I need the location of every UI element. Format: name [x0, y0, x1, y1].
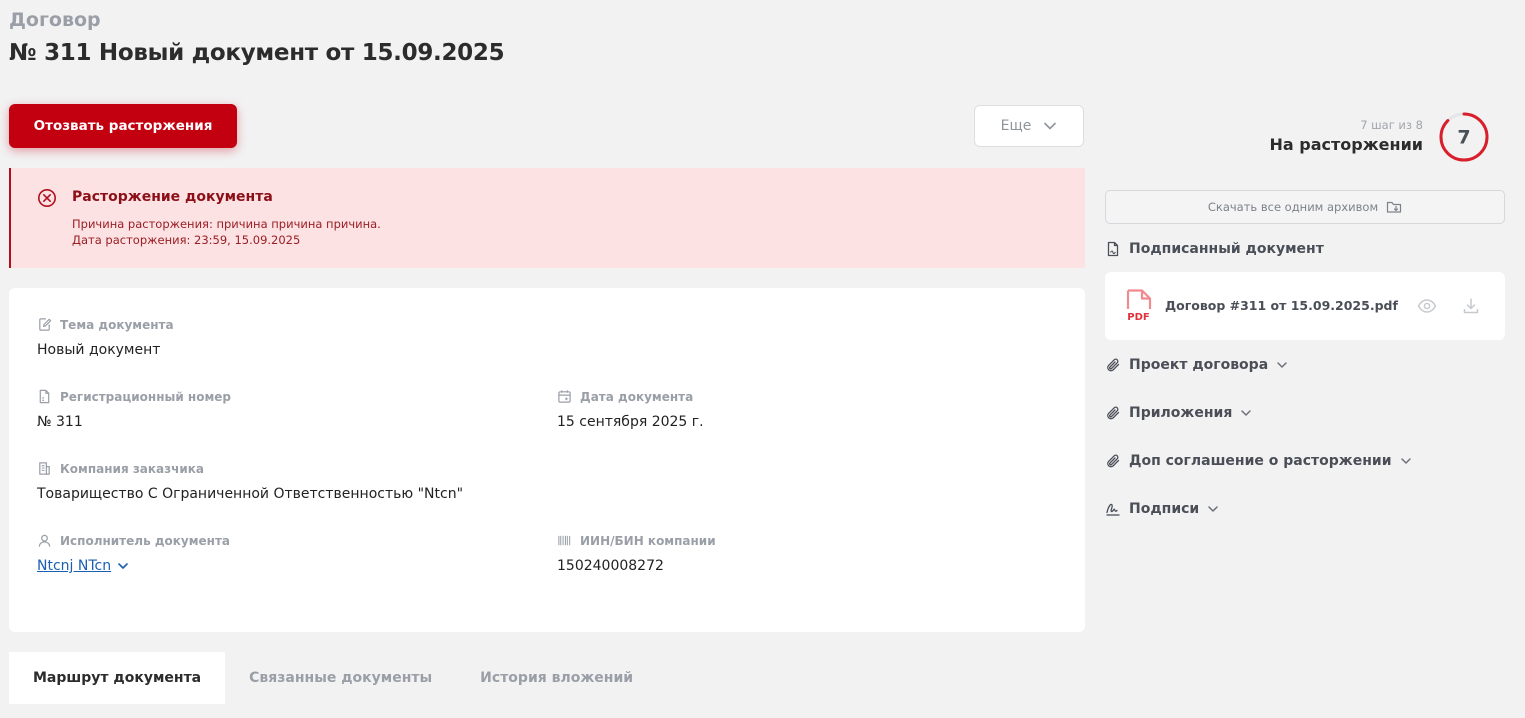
topic-label: Тема документа	[37, 317, 174, 332]
download-icon[interactable]	[1461, 296, 1481, 316]
error-circle-icon	[38, 189, 56, 207]
bin-value: 150240008272	[557, 558, 664, 574]
termination-alert: Расторжение документа Причина расторжени…	[9, 168, 1085, 268]
section-label: Проект договора	[1129, 357, 1269, 373]
signed-document-heading: Подписанный документ	[1105, 241, 1324, 257]
edit-document-icon	[39, 318, 52, 331]
more-button[interactable]: Еще	[974, 105, 1084, 147]
calendar-icon	[558, 390, 571, 403]
folder-download-icon	[1387, 201, 1402, 213]
section-label: Подписи	[1129, 501, 1200, 517]
paperclip-icon	[1107, 406, 1120, 420]
eye-icon[interactable]	[1417, 296, 1437, 316]
customer-label-text: Компания заказчика	[60, 461, 205, 476]
doc-date-label-text: Дата документа	[580, 389, 694, 404]
alert-reason: Причина расторжения: причина причина при…	[72, 217, 381, 231]
status-label: На расторжении	[1269, 135, 1423, 154]
bin-label: ИИН/БИН компании	[557, 533, 716, 548]
chevron-down-icon	[1400, 458, 1411, 464]
reg-number-label: Регистрационный номер	[37, 389, 231, 404]
page-title: № 311 Новый документ от 15.09.2025	[9, 40, 505, 66]
barcode-icon	[558, 535, 571, 546]
download-archive-button[interactable]: Скачать все одним архивом	[1105, 190, 1505, 224]
signed-document-title: Подписанный документ	[1129, 241, 1324, 257]
topic-label-text: Тема документа	[60, 317, 174, 332]
bin-label-text: ИИН/БИН компании	[580, 533, 716, 548]
document-details-card: Тема документа Новый документ Регистраци…	[9, 288, 1085, 632]
tab-route[interactable]: Маршрут документа	[9, 652, 226, 704]
customer-label: Компания заказчика	[37, 461, 204, 476]
doc-date-label: Дата документа	[557, 389, 693, 404]
more-button-label: Еще	[1000, 118, 1032, 134]
tab-related-documents[interactable]: Связанные документы	[225, 652, 456, 704]
alert-date: Дата расторжения: 23:59, 15.09.2025	[72, 233, 301, 247]
section-signatures[interactable]: Подписи	[1105, 501, 1219, 517]
signature-icon	[1106, 503, 1120, 516]
chevron-down-icon[interactable]	[117, 560, 129, 572]
topic-value: Новый документ	[37, 342, 161, 358]
signed-document-icon	[1107, 241, 1119, 257]
building-icon	[39, 462, 50, 475]
document-tabs: Маршрут документа Связанные документы Ис…	[9, 652, 657, 704]
doc-date-value: 15 сентября 2025 г.	[557, 414, 704, 430]
pdf-file-icon: PDF	[1126, 289, 1152, 323]
pdf-type-label: PDF	[1127, 312, 1149, 323]
executor-label-text: Исполнитель документа	[60, 533, 231, 548]
reg-number-label-text: Регистрационный номер	[60, 389, 232, 404]
executor-label: Исполнитель документа	[37, 533, 230, 548]
section-attachments[interactable]: Приложения	[1105, 405, 1252, 421]
section-label: Доп соглашение о расторжении	[1129, 453, 1392, 469]
executor-link[interactable]: Ntcnj NTcn	[37, 558, 129, 574]
section-contract-draft[interactable]: Проект договора	[1105, 357, 1288, 373]
signed-file-card[interactable]: PDF Договор #311 от 15.09.2025.pdf	[1105, 272, 1505, 340]
revoke-termination-button[interactable]: Отозвать расторжения	[9, 104, 237, 148]
reg-number-value: № 311	[37, 414, 83, 430]
chevron-down-icon	[1277, 362, 1287, 368]
alert-title: Расторжение документа	[72, 189, 273, 205]
section-termination-agreement[interactable]: Доп соглашение о расторжении	[1105, 453, 1412, 469]
chevron-down-icon	[1044, 122, 1057, 130]
chevron-down-icon	[1208, 506, 1218, 512]
step-number: 7	[1457, 127, 1470, 149]
chevron-down-icon	[1241, 410, 1252, 416]
user-icon	[38, 534, 51, 547]
customer-value: Товарищество С Ограниченной Ответственно…	[37, 486, 464, 502]
download-archive-label: Скачать все одним архивом	[1207, 200, 1379, 214]
section-label: Приложения	[1129, 405, 1233, 421]
signed-file-name[interactable]: Договор #311 от 15.09.2025.pdf	[1165, 298, 1398, 313]
breadcrumb[interactable]: Договор	[9, 9, 101, 31]
paperclip-icon	[1107, 454, 1120, 468]
tab-attachment-history[interactable]: История вложений	[456, 652, 657, 704]
document-number-icon	[39, 389, 50, 404]
step-progress-ring: 7	[1439, 112, 1489, 162]
step-counter: 7 шаг из 8	[1360, 118, 1423, 132]
executor-name[interactable]: Ntcnj NTcn	[37, 558, 111, 574]
paperclip-icon	[1107, 358, 1120, 372]
